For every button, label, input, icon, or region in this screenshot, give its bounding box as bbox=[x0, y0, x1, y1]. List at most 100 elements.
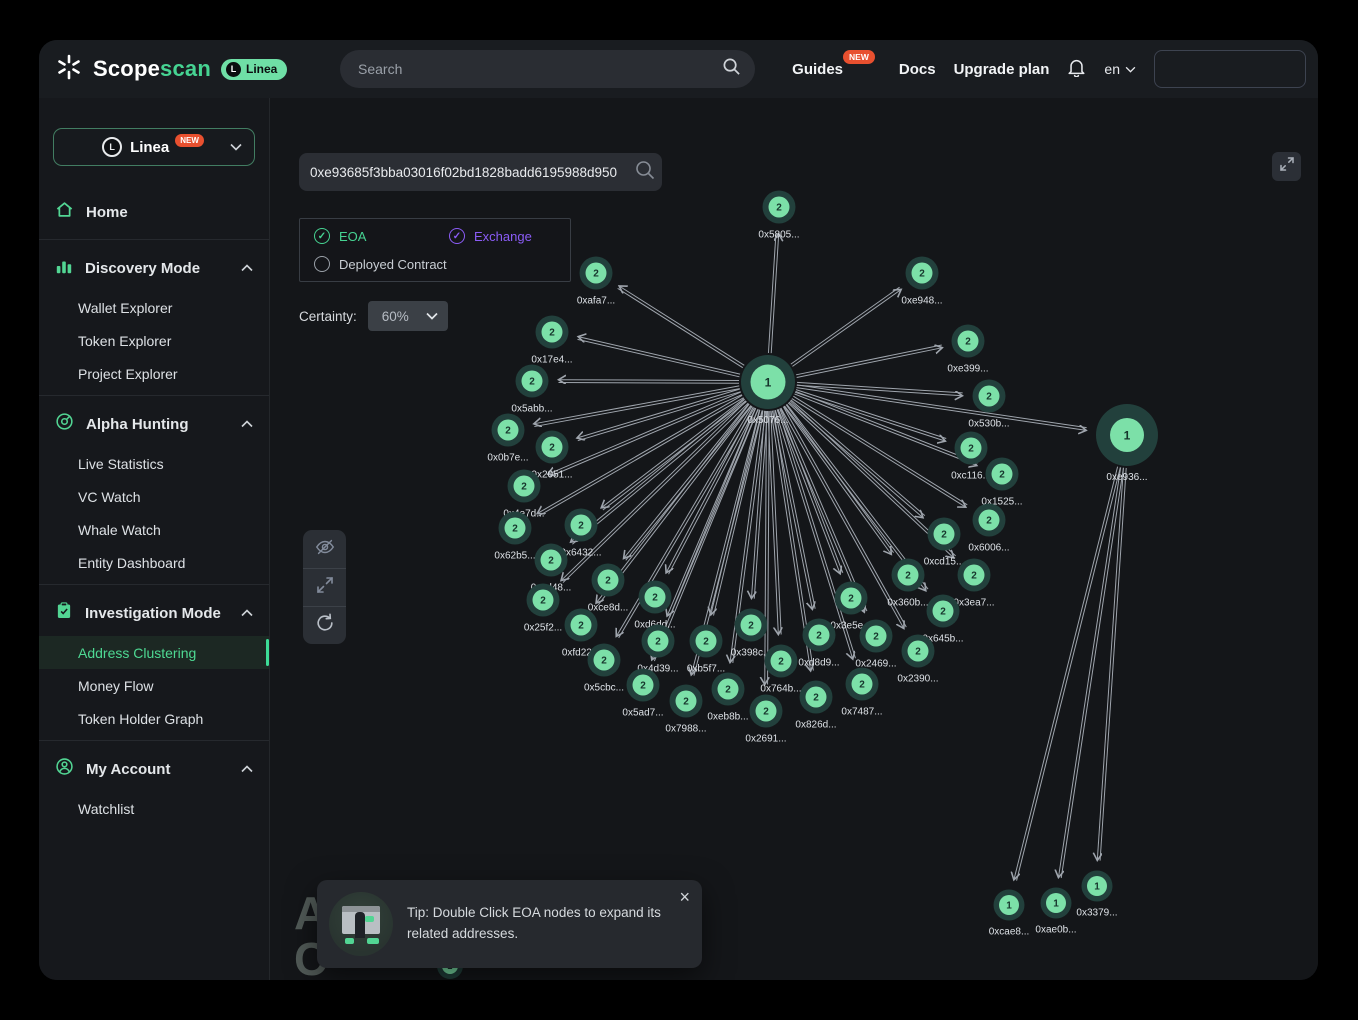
graph-node-0xcd15[interactable]: 20xcd15... bbox=[924, 518, 965, 568]
svg-text:2: 2 bbox=[905, 571, 911, 582]
graph-node-label: 0x3ea7... bbox=[953, 598, 994, 609]
graph-node-0x4d39[interactable]: 20x4d39... bbox=[637, 625, 678, 675]
graph-node-0xce8d[interactable]: 20xce8d... bbox=[588, 564, 629, 614]
graph-node-0xd6dd[interactable]: 20xd6dd... bbox=[634, 581, 675, 631]
node-type-legend: ✓ EOA ✓ Exchange Deployed Contract bbox=[299, 218, 571, 282]
graph-node-label: 0x2390... bbox=[897, 674, 938, 685]
address-search[interactable] bbox=[299, 153, 662, 191]
graph-node-0xe399[interactable]: 20xe399... bbox=[947, 325, 988, 375]
graph-edge bbox=[618, 288, 743, 367]
graph-edge bbox=[1058, 467, 1120, 877]
graph-node-0x826d[interactable]: 20x826d... bbox=[795, 681, 836, 731]
graph-node-0xc116[interactable]: 20xc116... bbox=[951, 432, 991, 482]
search-icon[interactable] bbox=[634, 159, 660, 186]
graph-node-label: 0xce8d... bbox=[588, 603, 629, 614]
graph-node-0x5076[interactable]: 10x5076... bbox=[741, 355, 795, 426]
legend-deployed-contract[interactable]: Deployed Contract bbox=[314, 256, 447, 272]
graph-node-0x7487[interactable]: 20x7487... bbox=[841, 668, 882, 718]
graph-node-0x360b[interactable]: 20x360b... bbox=[887, 559, 928, 609]
graph-node-0x1525[interactable]: 20x1525... bbox=[981, 458, 1022, 508]
sidebar-item-live-statistics[interactable]: Live Statistics bbox=[39, 447, 269, 480]
svg-text:2: 2 bbox=[652, 593, 658, 604]
legend-exchange[interactable]: ✓ Exchange bbox=[449, 228, 532, 244]
certainty-select[interactable]: 60% bbox=[368, 301, 448, 331]
graph-node-0x3379[interactable]: 10x3379... bbox=[1076, 871, 1117, 919]
sidebar-item-investigation-mode[interactable]: Investigation Mode bbox=[39, 590, 269, 636]
graph-node-0xe948[interactable]: 20xe948... bbox=[901, 257, 942, 307]
legend-eoa[interactable]: ✓ EOA bbox=[314, 228, 449, 244]
nav-upgrade-plan[interactable]: Upgrade plan bbox=[954, 61, 1050, 78]
svg-text:2: 2 bbox=[778, 657, 784, 668]
graph-edge bbox=[558, 383, 739, 384]
sidebar-divider bbox=[39, 740, 269, 741]
graph-node-label: 0xeb8b... bbox=[707, 712, 748, 723]
hide-labels-button[interactable] bbox=[303, 530, 346, 568]
logo[interactable]: Scopescan LLinea bbox=[55, 53, 310, 86]
fit-view-button[interactable] bbox=[303, 568, 346, 606]
graph-node-0x6432[interactable]: 20x6432... bbox=[560, 509, 601, 559]
graph-edge bbox=[797, 385, 963, 395]
graph-edge bbox=[797, 348, 943, 378]
graph-node-0x2691[interactable]: 20x2691... bbox=[745, 695, 786, 745]
sidebar-item-label: Home bbox=[86, 204, 253, 221]
graph-node-0x25f2[interactable]: 20x25f2... bbox=[524, 584, 562, 634]
sidebar-item-token-explorer[interactable]: Token Explorer bbox=[39, 324, 269, 357]
nav-docs[interactable]: Docs bbox=[899, 61, 936, 78]
account-icon bbox=[55, 757, 74, 781]
sidebar-item-token-holder-graph[interactable]: Token Holder Graph bbox=[39, 702, 269, 735]
svg-text:2: 2 bbox=[986, 392, 992, 403]
graph-node-label: 0xcae8... bbox=[989, 927, 1030, 938]
sidebar-item-address-clustering[interactable]: Address Clustering bbox=[39, 636, 269, 669]
graph-node-0x17e4[interactable]: 20x17e4... bbox=[531, 316, 572, 366]
graph-node-0x5abb[interactable]: 20x5abb... bbox=[511, 365, 552, 415]
svg-text:2: 2 bbox=[529, 377, 535, 388]
graph-node-0xeb8b[interactable]: 20xeb8b... bbox=[707, 673, 748, 723]
graph-node-0xb5f7[interactable]: 20xb5f7... bbox=[687, 625, 725, 675]
graph-canvas[interactable]: 10x5076...10xe936...20x5805...20xafa7...… bbox=[270, 98, 1318, 980]
sidebar-item-whale-watch[interactable]: Whale Watch bbox=[39, 513, 269, 546]
bell-icon[interactable] bbox=[1067, 57, 1086, 82]
fullscreen-button[interactable] bbox=[1272, 152, 1301, 181]
nav-guides[interactable]: Guides bbox=[792, 61, 843, 78]
sidebar-item-discovery-mode[interactable]: Discovery Mode bbox=[39, 245, 269, 291]
graph-node-0x5ad7[interactable]: 20x5ad7... bbox=[622, 669, 663, 719]
svg-text:2: 2 bbox=[873, 632, 879, 643]
graph-edge bbox=[578, 392, 741, 441]
graph-node-0xcae8[interactable]: 10xcae8... bbox=[989, 890, 1030, 938]
graph-node-0x530b[interactable]: 20x530b... bbox=[968, 380, 1009, 430]
sidebar-item-label: Investigation Mode bbox=[85, 605, 229, 622]
graph-node-0xae0b[interactable]: 10xae0b... bbox=[1035, 888, 1076, 936]
global-search[interactable] bbox=[340, 50, 755, 88]
chevron-down-icon bbox=[426, 312, 438, 320]
sidebar-item-wallet-explorer[interactable]: Wallet Explorer bbox=[39, 291, 269, 324]
graph-node-label: 0x5805... bbox=[758, 230, 799, 241]
network-selector[interactable]: L Linea NEW bbox=[53, 128, 255, 166]
refresh-button[interactable] bbox=[303, 606, 346, 644]
sidebar-item-my-account[interactable]: My Account bbox=[39, 746, 269, 792]
language-selector[interactable]: en bbox=[1104, 61, 1136, 77]
refresh-icon bbox=[315, 613, 335, 638]
graph-node-0x7988[interactable]: 20x7988... bbox=[665, 685, 706, 735]
network-badge[interactable]: LLinea bbox=[221, 59, 287, 80]
svg-text:2: 2 bbox=[683, 697, 689, 708]
graph-node-0xe936[interactable]: 10xe936... bbox=[1096, 404, 1158, 483]
sidebar-divider bbox=[39, 239, 269, 240]
sidebar-item-watchlist[interactable]: Watchlist bbox=[39, 792, 269, 825]
graph-node-0x0b7e[interactable]: 20x0b7e... bbox=[487, 414, 528, 464]
address-input[interactable] bbox=[299, 165, 634, 180]
sidebar-item-alpha-hunting[interactable]: Alpha Hunting bbox=[39, 401, 269, 447]
close-icon[interactable]: × bbox=[679, 888, 690, 906]
sidebar-item-vc-watch[interactable]: VC Watch bbox=[39, 480, 269, 513]
graph-node-0x6006[interactable]: 20x6006... bbox=[968, 504, 1009, 554]
graph-node-0x5805[interactable]: 20x5805... bbox=[758, 191, 799, 241]
sidebar-item-home[interactable]: Home bbox=[39, 190, 269, 234]
sidebar-item-project-explorer[interactable]: Project Explorer bbox=[39, 357, 269, 390]
graph-node-0xafa7[interactable]: 20xafa7... bbox=[577, 257, 615, 307]
sidebar-item-money-flow[interactable]: Money Flow bbox=[39, 669, 269, 702]
graph-node-0x2051[interactable]: 20x2051... bbox=[531, 431, 572, 481]
search-input[interactable] bbox=[358, 61, 722, 77]
search-icon[interactable] bbox=[722, 57, 741, 81]
sidebar-item-entity-dashboard[interactable]: Entity Dashboard bbox=[39, 546, 269, 579]
svg-text:2: 2 bbox=[941, 530, 947, 541]
account-button[interactable] bbox=[1154, 50, 1306, 88]
